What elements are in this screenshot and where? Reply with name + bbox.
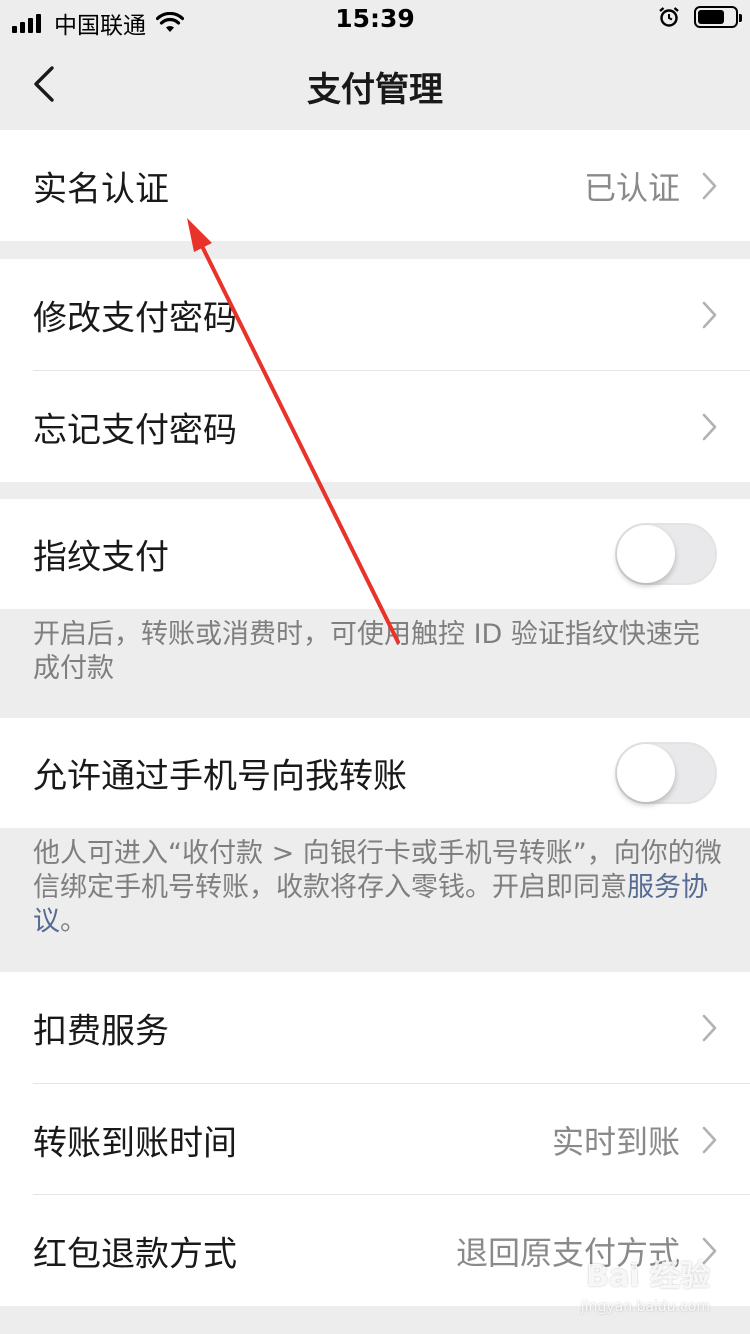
row-label: 扣费服务	[33, 1011, 169, 1051]
watermark-brand: Bai 经验	[586, 1259, 710, 1294]
status-right	[658, 6, 742, 28]
row-deduction-service[interactable]: 扣费服务	[0, 972, 750, 1083]
group-identity: 实名认证 已认证	[0, 130, 750, 241]
note-text: 他人可进入“收付款 > 向银行卡或手机号转账”，向你的微信绑定手机号转账，收款将…	[33, 838, 722, 903]
row-label: 修改支付密码	[33, 298, 237, 338]
row-real-name-auth[interactable]: 实名认证 已认证	[0, 130, 750, 241]
chevron-right-icon	[702, 1126, 717, 1153]
row-value: 已认证	[583, 168, 680, 207]
chevron-right-icon	[702, 301, 717, 328]
chevron-right-icon	[702, 1014, 717, 1041]
row-phone-transfer: 允许通过手机号向我转账	[0, 718, 750, 828]
battery-icon	[694, 6, 742, 28]
chevron-right-icon	[702, 172, 717, 199]
fingerprint-note: 开启后，转账或消费时，可使用触控 ID 验证指纹快速完成付款	[33, 619, 700, 684]
row-label: 实名认证	[33, 169, 169, 209]
row-label: 转账到账时间	[33, 1123, 237, 1163]
toggle-knob	[617, 525, 675, 583]
status-time: 15:39	[335, 4, 415, 33]
baidu-watermark: Bai 经验 jingyan.baidu.com	[581, 1262, 710, 1322]
group-fingerprint: 指纹支付	[0, 499, 750, 609]
group-phone-transfer: 允许通过手机号向我转账	[0, 718, 750, 828]
watermark-url: jingyan.baidu.com	[580, 1299, 710, 1315]
fingerprint-toggle[interactable]	[615, 523, 717, 585]
group-password: 修改支付密码 忘记支付密码	[0, 259, 750, 482]
note-text-end: 。	[60, 906, 87, 937]
group-services: 扣费服务 转账到账时间 实时到账 红包退款方式 退回原支付方式	[0, 972, 750, 1306]
nav-bar: 支付管理	[0, 40, 750, 130]
phone-transfer-note: 他人可进入“收付款 > 向银行卡或手机号转账”，向你的微信绑定手机号转账，收款将…	[33, 837, 723, 939]
chevron-right-icon	[702, 413, 717, 440]
toggle-knob	[617, 744, 675, 802]
row-label: 忘记支付密码	[33, 410, 237, 450]
row-modify-password[interactable]: 修改支付密码	[0, 259, 750, 370]
row-forgot-password[interactable]: 忘记支付密码	[0, 371, 750, 482]
phone-transfer-toggle[interactable]	[615, 742, 717, 804]
row-fingerprint-pay: 指纹支付	[0, 499, 750, 609]
page-title: 支付管理	[307, 70, 443, 110]
row-transfer-time[interactable]: 转账到账时间 实时到账	[0, 1084, 750, 1195]
row-label: 指纹支付	[33, 537, 169, 578]
row-label: 允许通过手机号向我转账	[33, 756, 407, 797]
row-value: 实时到账	[551, 1122, 680, 1161]
row-label: 红包退款方式	[33, 1234, 237, 1274]
status-bar: 中国联通 15:39	[0, 0, 750, 40]
alarm-icon	[659, 7, 679, 27]
